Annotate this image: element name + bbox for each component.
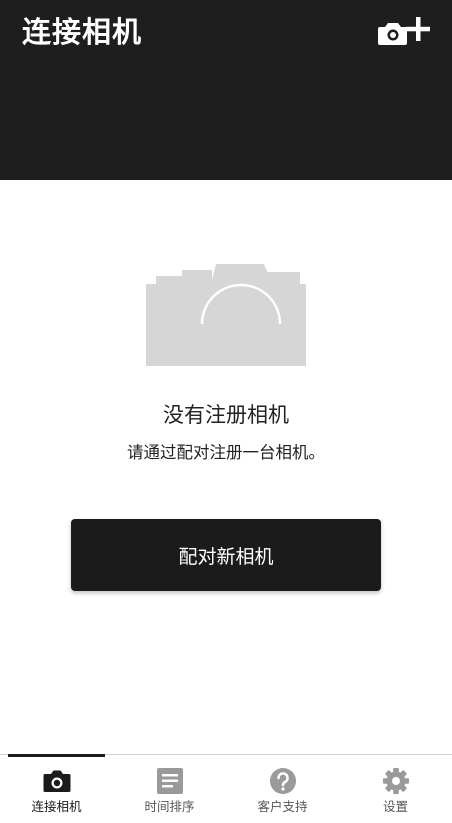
camera-icon — [146, 264, 306, 366]
app-header: 连接相机 — [0, 0, 452, 180]
nav-label: 时间排序 — [144, 799, 195, 814]
empty-state-title: 没有注册相机 — [163, 403, 289, 427]
camera-add-icon — [378, 17, 430, 45]
nav-item-connect-camera[interactable]: 连接相机 — [0, 754, 113, 823]
empty-camera-illustration — [146, 262, 308, 366]
nav-item-settings[interactable]: 设置 — [339, 755, 452, 823]
add-camera-button[interactable] — [376, 14, 432, 50]
nav-item-time-sort[interactable]: 时间排序 — [113, 755, 226, 823]
nav-label: 客户支持 — [257, 799, 308, 814]
pair-new-camera-label: 配对新相机 — [178, 545, 274, 568]
list-icon — [156, 768, 183, 794]
empty-state-subtitle: 请通过配对注册一台相机。 — [127, 443, 325, 462]
camera-icon — [43, 770, 70, 792]
help-icon — [269, 768, 296, 794]
gear-icon — [382, 768, 409, 794]
nav-item-customer-support[interactable]: 客户支持 — [226, 755, 339, 823]
nav-label: 连接相机 — [31, 799, 82, 814]
bottom-navigation: 连接相机 时间排序 客户支持 设置 — [0, 754, 452, 823]
nav-label: 设置 — [382, 799, 408, 814]
pair-new-camera-button[interactable]: 配对新相机 — [71, 519, 381, 591]
page-title: 连接相机 — [22, 15, 143, 49]
